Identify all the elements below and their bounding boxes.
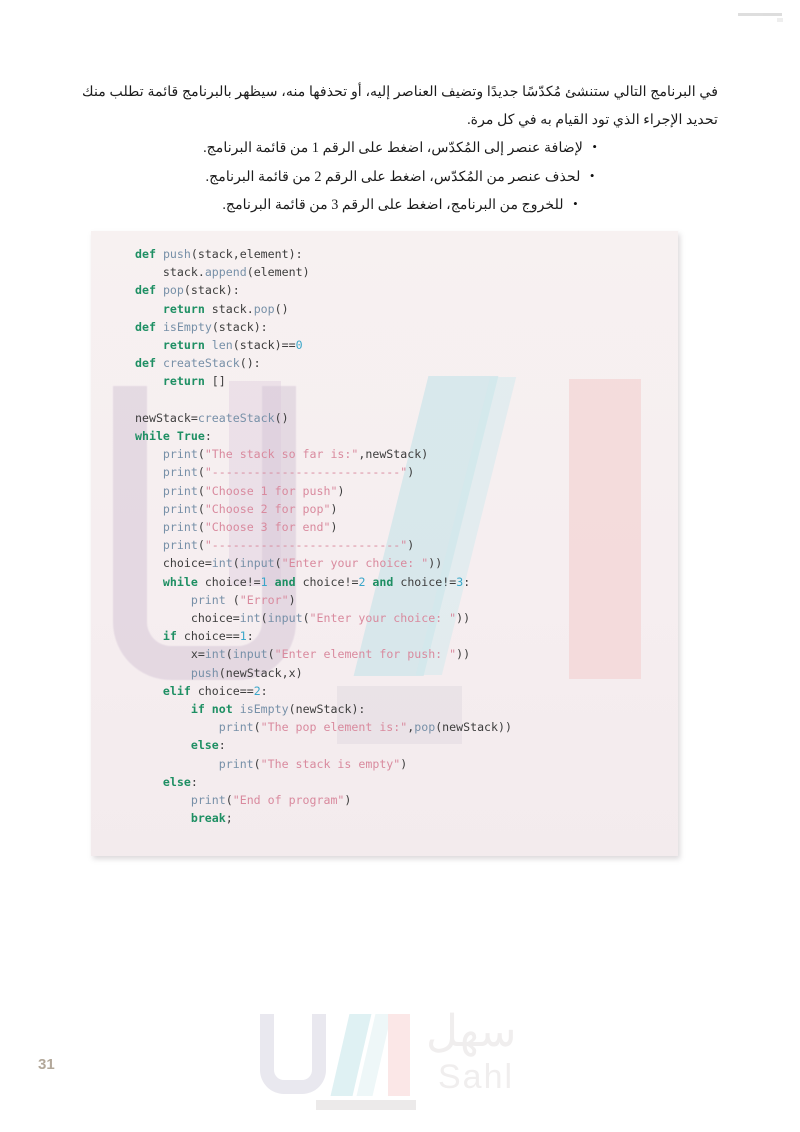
list-item: للخروج من البرنامج، اضغط على الرقم 3 من … xyxy=(82,190,718,220)
logo-bar-icon xyxy=(388,1014,410,1096)
list-item-label: لحذف عنصر من المُكدّس، اضغط على الرقم 2 … xyxy=(206,162,595,192)
list-item-label: للخروج من البرنامج، اضغط على الرقم 3 من … xyxy=(222,190,578,220)
brand-name-arabic: سهل xyxy=(426,1007,517,1056)
list-item-label: لإضافة عنصر إلى المُكدّس، اضغط على الرقم… xyxy=(203,133,597,163)
code-block: def push(stack,element): stack.append(el… xyxy=(91,231,678,856)
list-item: لإضافة عنصر إلى المُكدّس، اضغط على الرقم… xyxy=(82,133,718,163)
corner-rule-mark xyxy=(738,13,783,22)
intro-paragraph: في البرنامج التالي ستنشئ مُكدّسًا جديدًا… xyxy=(82,84,718,128)
list-item: لحذف عنصر من المُكدّس، اضغط على الرقم 2 … xyxy=(82,162,718,192)
logo-base-icon xyxy=(316,1100,416,1110)
footer-logo: سهل Sahl xyxy=(248,1007,548,1110)
brand-name-latin: Sahl xyxy=(438,1058,515,1096)
intro-section: في البرنامج التالي ستنشئ مُكدّسًا جديدًا… xyxy=(82,78,718,220)
code-listing: def push(stack,element): stack.append(el… xyxy=(135,247,512,826)
logo-u-icon xyxy=(260,1014,326,1094)
page-number: 31 xyxy=(38,1056,55,1073)
instruction-list: لإضافة عنصر إلى المُكدّس، اضغط على الرقم… xyxy=(82,133,718,220)
